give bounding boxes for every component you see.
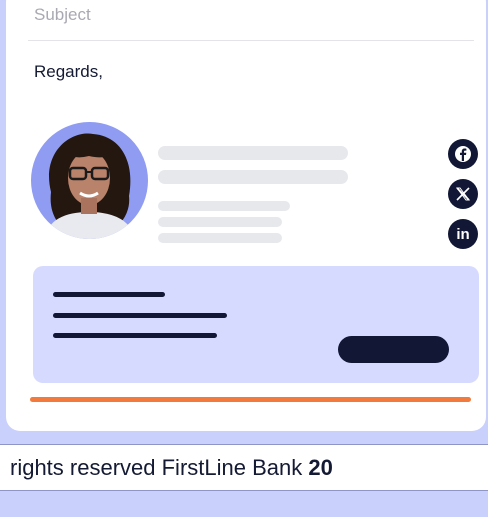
accent-bar xyxy=(30,397,471,402)
footer-band: rights reserved FirstLine Bank 20 xyxy=(0,444,488,491)
footer-copyright-text: rights reserved FirstLine Bank xyxy=(10,455,309,480)
email-signature-card: Subject Regards, in xyxy=(6,0,486,431)
avatar xyxy=(31,122,148,239)
promo-text-placeholder xyxy=(53,313,227,318)
detail-placeholder xyxy=(158,217,282,227)
footer-copyright-year: 20 xyxy=(308,455,333,480)
facebook-icon[interactable] xyxy=(448,139,478,169)
facebook-icon-glyph xyxy=(455,146,471,162)
title-placeholder xyxy=(158,170,348,184)
closing-text: Regards, xyxy=(34,62,103,81)
x-icon-glyph xyxy=(456,187,470,201)
subject-divider xyxy=(28,40,474,41)
detail-placeholder xyxy=(158,233,282,243)
promo-text-placeholder xyxy=(53,333,217,338)
promo-cta-button[interactable] xyxy=(338,336,449,363)
subject-field[interactable]: Subject xyxy=(34,5,91,25)
linkedin-icon-glyph: in xyxy=(456,225,470,243)
linkedin-icon[interactable]: in xyxy=(448,219,478,249)
promo-banner xyxy=(33,266,479,383)
x-icon[interactable] xyxy=(448,179,478,209)
avatar-photo xyxy=(31,122,148,239)
detail-placeholder xyxy=(158,201,290,211)
footer-copyright: rights reserved FirstLine Bank 20 xyxy=(10,455,333,481)
promo-headline-placeholder xyxy=(53,292,165,297)
name-placeholder xyxy=(158,146,348,160)
